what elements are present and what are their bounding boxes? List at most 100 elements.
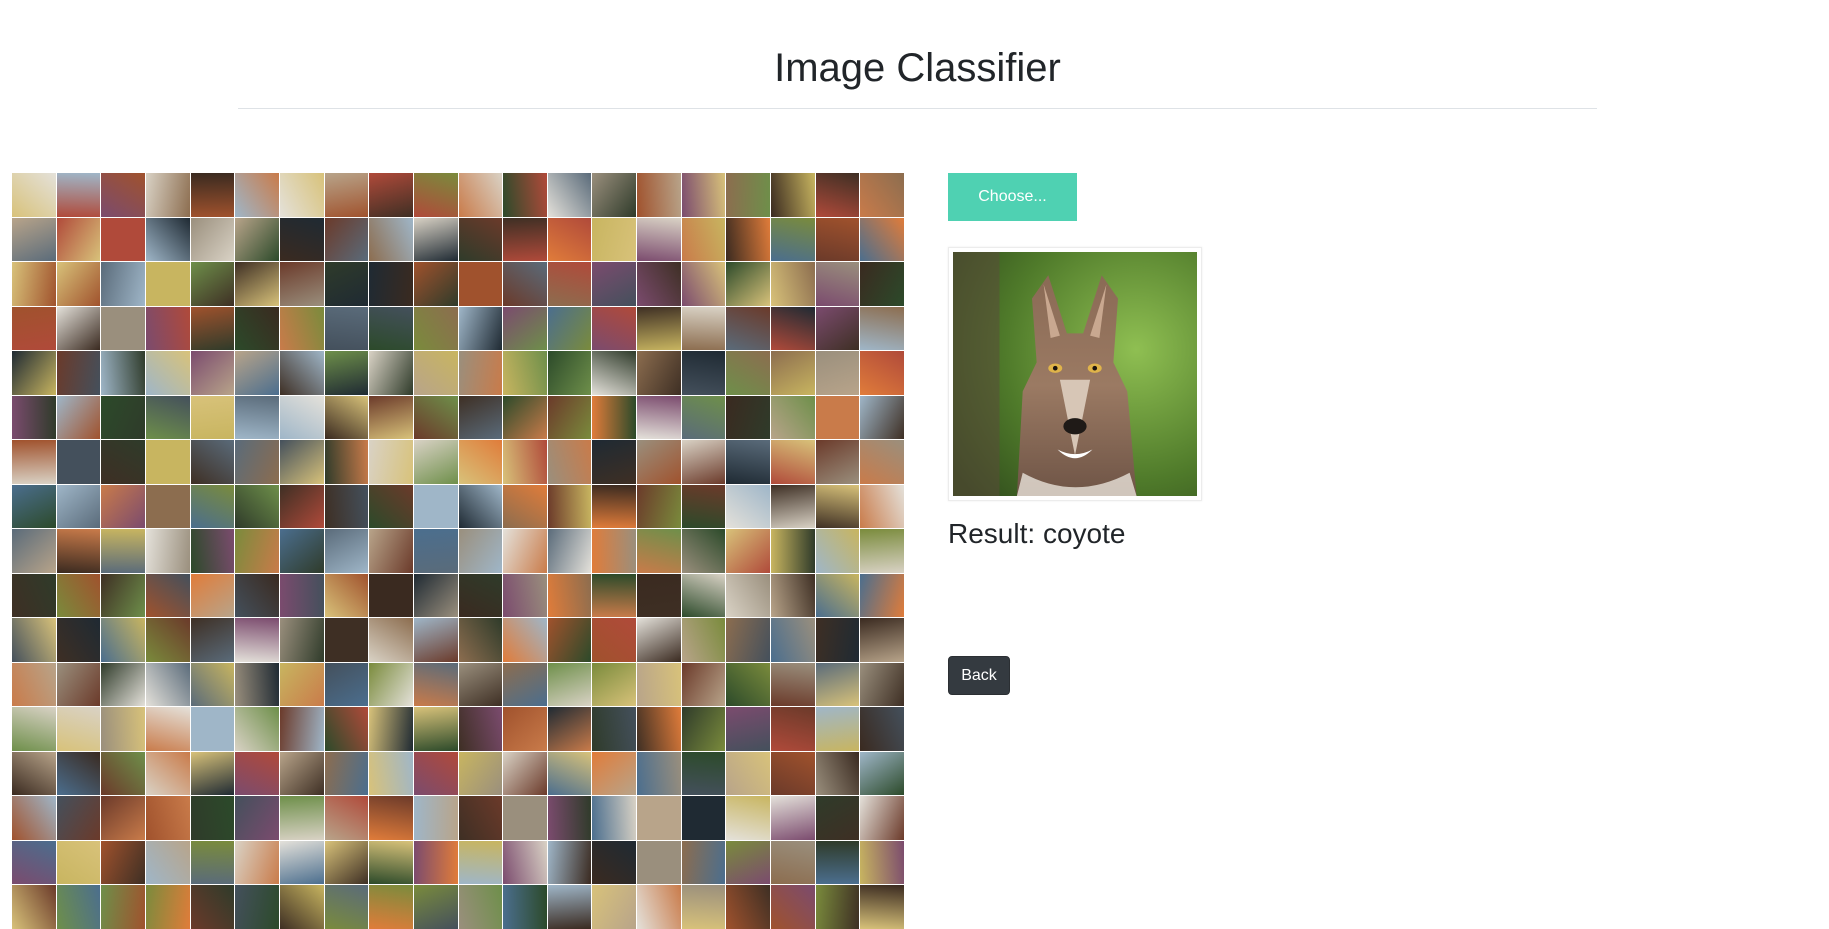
dataset-thumbnail [592,751,637,796]
dataset-thumbnail [324,173,369,217]
dataset-thumbnail [637,796,681,840]
dataset-thumbnail [56,662,101,707]
dataset-thumbnail [547,796,592,840]
dataset-thumbnail [637,173,681,217]
dataset-thumbnail [681,306,726,351]
dataset-thumbnail [458,173,503,217]
dataset-thumbnail [279,885,324,929]
dataset-thumbnail [235,618,279,662]
dataset-thumbnail [860,262,904,306]
dataset-thumbnail [458,484,503,529]
dataset-thumbnail [815,306,860,351]
dataset-thumbnail [101,840,145,885]
dataset-thumbnail [235,573,279,618]
dataset-thumbnail [771,885,815,929]
dataset-thumbnail [145,573,190,618]
dataset-thumbnail [56,529,101,573]
dataset-thumbnail [279,751,324,796]
dataset-thumbnail [771,217,815,262]
dataset-thumbnail [190,395,235,440]
dataset-thumbnail [458,618,503,662]
dataset-thumbnail [726,484,771,529]
dataset-thumbnail [458,351,503,395]
dataset-thumbnail [101,796,145,840]
dataset-thumbnail [413,573,458,618]
dataset-thumbnail [592,217,637,262]
uploaded-image-preview [948,247,1202,501]
dataset-thumbnail [637,306,681,351]
dataset-thumbnail [12,262,56,306]
dataset-thumbnail [190,751,235,796]
dataset-thumbnail [324,306,369,351]
dataset-thumbnail [190,262,235,306]
dataset-thumbnail [101,662,145,707]
back-button[interactable]: Back [948,656,1010,695]
dataset-thumbnail [637,440,681,484]
dataset-thumbnail [324,751,369,796]
dataset-thumbnail [815,173,860,217]
dataset-thumbnail [592,440,637,484]
dataset-thumbnail [547,573,592,618]
dataset-thumbnail [503,440,547,484]
dataset-thumbnail [101,351,145,395]
dataset-thumbnail [458,262,503,306]
dataset-thumbnail [503,751,547,796]
dataset-thumbnail [101,573,145,618]
dataset-thumbnail [413,707,458,751]
dataset-thumbnail [726,618,771,662]
dataset-thumbnail [547,484,592,529]
classification-result: Result: coyote [948,517,1125,551]
dataset-thumbnail [235,484,279,529]
dataset-thumbnail [413,618,458,662]
dataset-thumbnail [547,306,592,351]
dataset-thumbnail [681,618,726,662]
dataset-thumbnail [547,707,592,751]
dataset-thumbnail [56,751,101,796]
dataset-thumbnail [815,885,860,929]
dataset-thumbnail [637,529,681,573]
dataset-thumbnail [369,395,413,440]
choose-file-button[interactable]: Choose... [948,173,1077,221]
dataset-thumbnail [681,440,726,484]
dataset-thumbnail [12,306,56,351]
dataset-thumbnail [815,707,860,751]
dataset-thumbnail [771,306,815,351]
dataset-thumbnail [503,618,547,662]
dataset-thumbnail [681,529,726,573]
dataset-thumbnail [726,840,771,885]
dataset-thumbnail [235,306,279,351]
dataset-thumbnail [860,217,904,262]
dataset-thumbnail [547,529,592,573]
dataset-thumbnail [324,351,369,395]
dataset-thumbnail [235,440,279,484]
dataset-thumbnail [12,217,56,262]
dataset-thumbnail [726,262,771,306]
dataset-thumbnail [771,395,815,440]
dataset-thumbnail [235,262,279,306]
dataset-thumbnail [413,217,458,262]
page-header: Image Classifier [238,0,1597,109]
dataset-thumbnail [369,618,413,662]
dataset-thumbnail [771,573,815,618]
dataset-thumbnail [279,440,324,484]
dataset-thumbnail [190,662,235,707]
dataset-thumbnail [458,395,503,440]
dataset-thumbnail [637,573,681,618]
dataset-thumbnail [235,351,279,395]
dataset-thumbnail [56,484,101,529]
dataset-thumbnail [190,618,235,662]
dataset-thumbnail [771,796,815,840]
dataset-thumbnail [279,840,324,885]
dataset-thumbnail [369,840,413,885]
dataset-thumbnail [503,484,547,529]
dataset-thumbnail [547,840,592,885]
dataset-thumbnail [190,529,235,573]
dataset-thumbnail [547,217,592,262]
dataset-thumbnail [324,529,369,573]
dataset-thumbnail [458,440,503,484]
dataset-thumbnail [101,440,145,484]
dataset-thumbnail [12,529,56,573]
dataset-thumbnail [413,306,458,351]
dataset-thumbnail [190,217,235,262]
dataset-thumbnail [145,662,190,707]
